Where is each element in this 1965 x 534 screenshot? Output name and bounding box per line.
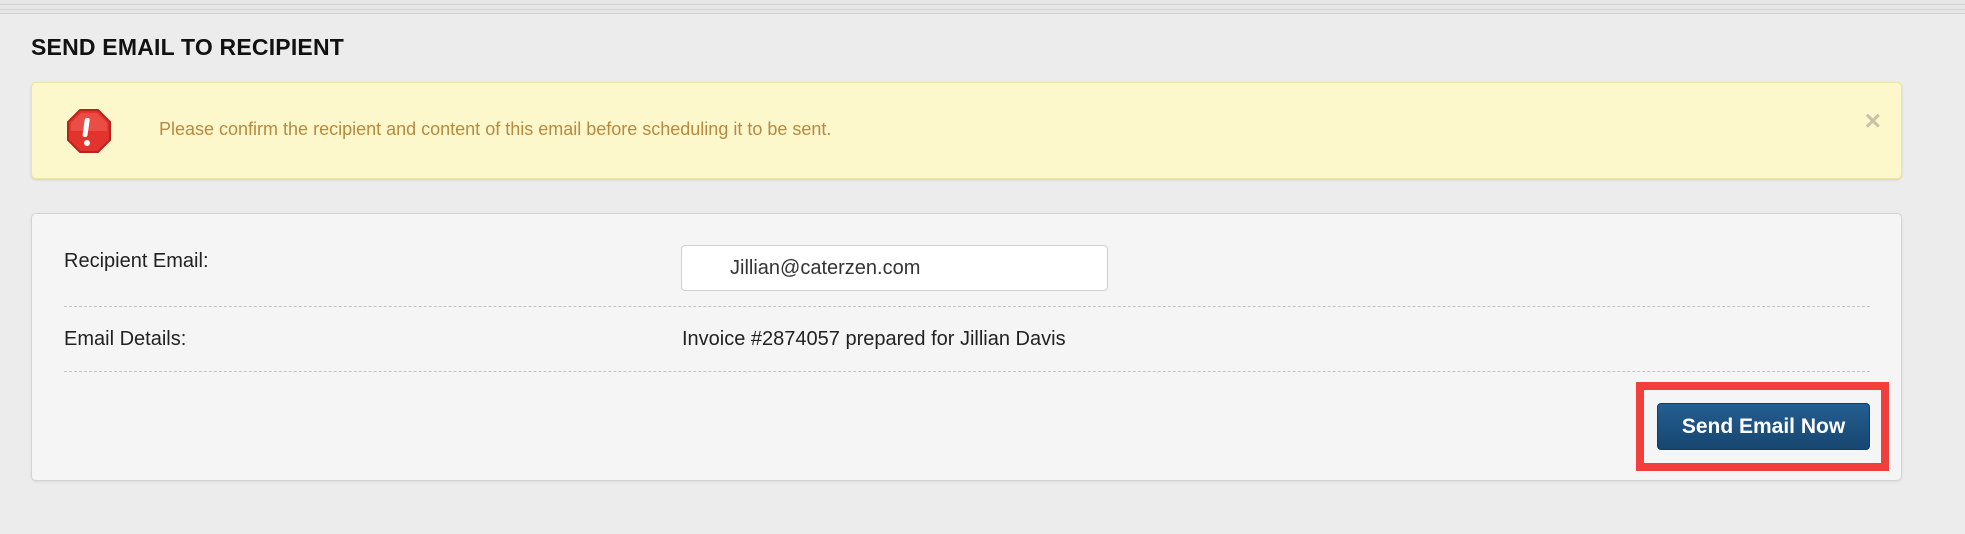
error-octagon-icon — [67, 109, 111, 153]
alert-message: Please confirm the recipient and content… — [159, 119, 832, 139]
recipient-email-label: Recipient Email: — [64, 250, 209, 272]
email-details-value: Invoice #2874057 prepared for Jillian Da… — [682, 328, 1066, 350]
warning-alert: Please confirm the recipient and content… — [31, 82, 1902, 179]
page-title: SEND EMAIL TO RECIPIENT — [31, 34, 345, 60]
top-rule-line — [0, 4, 1965, 5]
send-email-button[interactable]: Send Email Now — [1657, 403, 1870, 450]
recipient-email-input[interactable] — [681, 245, 1108, 291]
top-rule — [0, 0, 1965, 14]
top-rule-line — [0, 9, 1965, 10]
email-form-panel: Recipient Email: Email Details: Invoice … — [31, 213, 1902, 481]
close-icon[interactable]: × — [1865, 107, 1881, 135]
email-details-label: Email Details: — [64, 328, 187, 350]
row-divider — [64, 371, 1870, 372]
row-divider — [64, 306, 1870, 307]
